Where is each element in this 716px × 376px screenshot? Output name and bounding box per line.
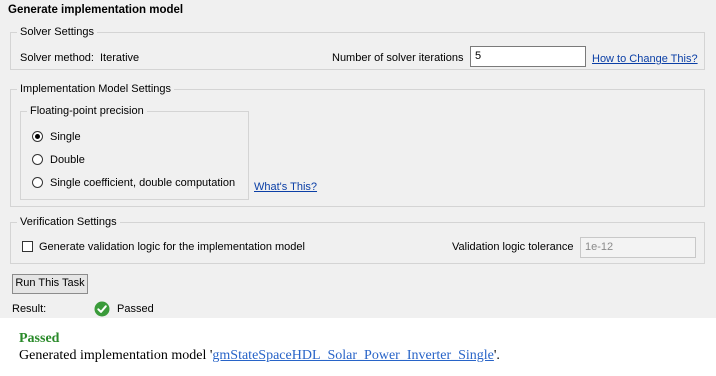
radio-double[interactable] xyxy=(32,154,43,165)
solver-method-label: Solver method: xyxy=(20,52,94,64)
implementation-settings-legend: Implementation Model Settings xyxy=(17,82,175,96)
run-task-button[interactable]: Run This Task xyxy=(12,274,88,294)
verification-settings-group: Verification Settings Generate validatio… xyxy=(10,215,705,264)
how-to-change-link[interactable]: How to Change This? xyxy=(592,53,698,65)
validation-logic-checkbox-label[interactable]: Generate validation logic for the implem… xyxy=(39,241,305,253)
radio-single[interactable] xyxy=(32,131,43,142)
report-message: Generated implementation model 'gmStateS… xyxy=(19,348,500,364)
result-label: Result: xyxy=(12,303,47,315)
solver-settings-legend: Solver Settings xyxy=(17,25,97,39)
model-name-link[interactable]: gmStateSpaceHDL_Solar_Power_Inverter_Sin… xyxy=(212,348,494,363)
precision-group: Floating-point precision Single Double S… xyxy=(20,104,249,200)
precision-legend: Floating-point precision xyxy=(27,104,147,118)
solver-method-value: Iterative xyxy=(100,52,140,64)
implementation-settings-group: Implementation Model Settings Floating-p… xyxy=(10,82,705,207)
solver-iterations-input[interactable]: 5 xyxy=(470,46,586,67)
solver-iterations-label: Number of solver iterations xyxy=(332,52,464,64)
validation-tolerance-input: 1e-12 xyxy=(580,237,696,258)
report-message-prefix: Generated implementation model ' xyxy=(19,348,213,363)
radio-selected-dot xyxy=(35,134,40,139)
whats-this-link[interactable]: What's This? xyxy=(254,181,317,193)
report-message-suffix: '. xyxy=(493,348,500,363)
validation-tolerance-label: Validation logic tolerance xyxy=(452,241,574,253)
solver-settings-group: Solver Settings Solver method: Iterative… xyxy=(10,25,705,70)
passed-check-icon xyxy=(94,301,110,317)
radio-single-label[interactable]: Single xyxy=(50,131,81,143)
radio-single-coefficient-label[interactable]: Single coefficient, double computation xyxy=(50,177,235,189)
task-title: Generate implementation model xyxy=(8,4,184,16)
radio-double-label[interactable]: Double xyxy=(50,154,85,166)
result-status: Passed xyxy=(117,303,154,315)
verification-settings-legend: Verification Settings xyxy=(17,215,120,229)
radio-single-coefficient[interactable] xyxy=(32,177,43,188)
report-heading: Passed xyxy=(19,331,60,346)
result-report-panel: Passed Generated implementation model 'g… xyxy=(0,318,716,376)
validation-logic-checkbox[interactable] xyxy=(22,241,33,252)
